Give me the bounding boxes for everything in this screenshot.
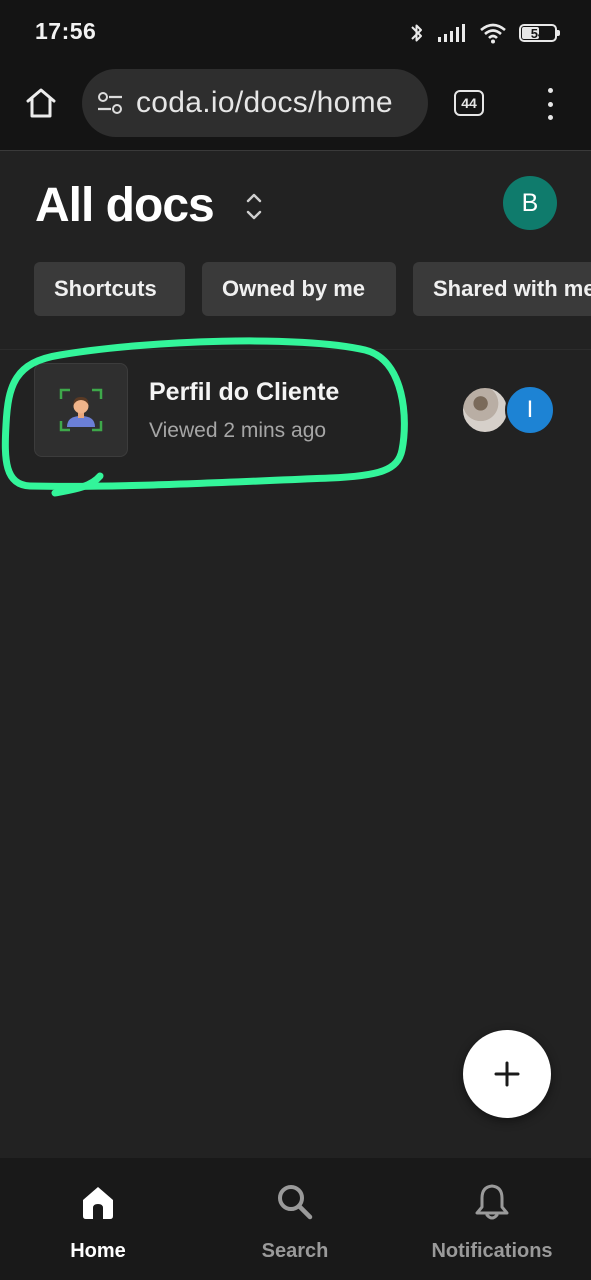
doc-last-viewed: Viewed 2 mins ago [149,419,327,442]
bottom-nav: Home Search Notifications [0,1158,591,1280]
screen: 17:56 54 coda.io/docs/home 44 All docs B… [0,0,591,1280]
nav-search[interactable]: Search [220,1158,370,1280]
user-avatar[interactable]: B [503,176,557,230]
home-icon [83,1187,113,1219]
nav-search-label: Search [261,1240,329,1262]
filter-shortcuts-label: Shortcuts [54,276,157,301]
browser-home-button[interactable] [20,82,62,124]
filter-shared-with-me[interactable]: Shared with me [413,262,591,316]
plus-icon [494,1061,520,1087]
nav-home[interactable]: Home [23,1158,173,1280]
page-title[interactable]: All docs [35,178,215,233]
bluetooth-icon [411,24,422,42]
status-time: 17:56 [35,18,97,44]
new-doc-button[interactable] [463,1030,551,1118]
browser-chrome: 17:56 54 coda.io/docs/home 44 [0,0,591,150]
filter-owned-by-me[interactable]: Owned by me [202,262,396,316]
user-profile-icon [59,388,103,432]
tabs-button[interactable]: 44 [454,90,484,116]
address-bar[interactable]: coda.io/docs/home [82,69,428,137]
chrome-divider [0,150,591,151]
filter-chips: Shortcuts Owned by me Shared with me [34,262,591,318]
nav-home-label: Home [70,1240,126,1262]
more-vert-icon[interactable] [538,88,562,120]
home-icon [26,88,56,118]
collaborator-initial: I [526,396,534,423]
filter-owned-by-me-label: Owned by me [222,276,366,301]
site-settings-icon[interactable] [96,91,124,115]
bell-icon [475,1184,509,1220]
sort-toggle-icon[interactable] [244,190,264,224]
signal-icon [438,24,465,42]
nav-notifications-label: Notifications [431,1240,553,1262]
collaborator-avatar-photo [461,386,509,434]
list-divider [0,349,591,350]
avatar-initial: B [521,188,539,217]
filter-shortcuts[interactable]: Shortcuts [34,262,185,316]
doc-title[interactable]: Perfil do Cliente [149,378,339,407]
nav-notifications[interactable]: Notifications [417,1158,567,1280]
battery-icon: 54 [519,24,560,42]
battery-percent: 54 [530,25,546,41]
wifi-icon [480,23,506,44]
doc-thumbnail [34,363,128,457]
doc-list-item[interactable]: Perfil do Cliente Viewed 2 mins ago I [0,352,591,472]
status-icons: 54 [409,16,560,50]
filter-shared-with-me-label: Shared with me [433,276,591,301]
search-icon [278,1185,313,1220]
tab-count: 44 [461,95,477,111]
url-text[interactable]: coda.io/docs/home [136,86,393,120]
collaborator-avatar: I [505,385,555,435]
